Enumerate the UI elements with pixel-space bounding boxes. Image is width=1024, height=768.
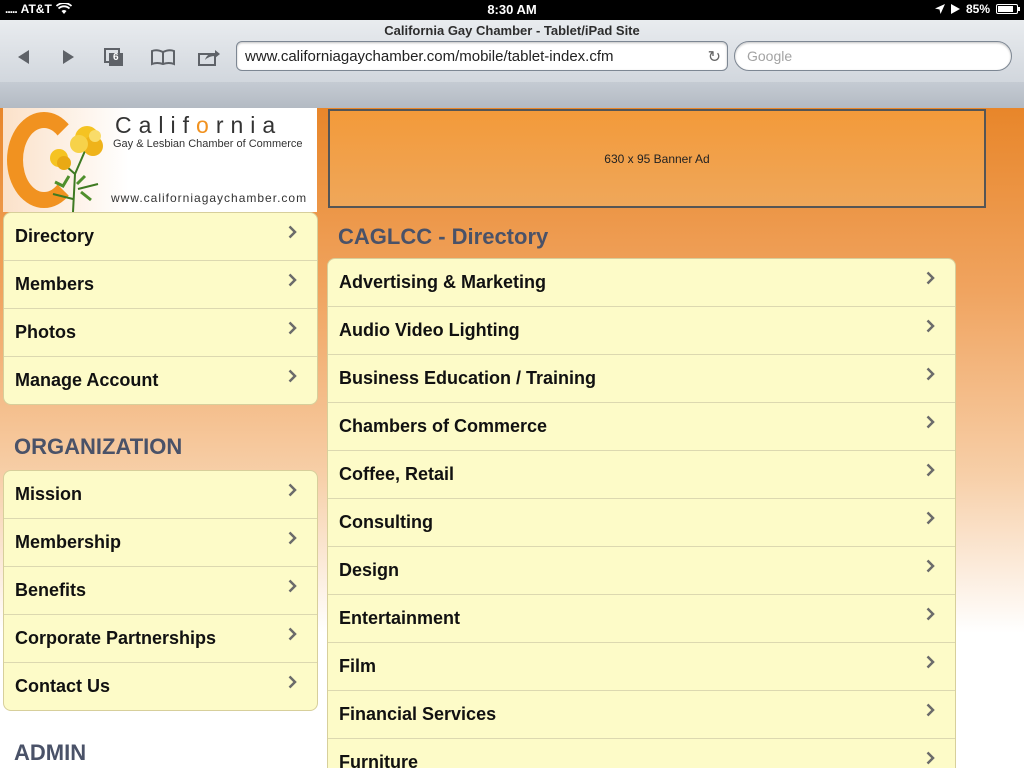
category-advertising-marketing[interactable]: Advertising & Marketing [328,259,955,307]
main-nav-menu: Directory Members Photos Manage Account [3,212,318,405]
chevron-right-icon [288,579,297,593]
battery-level [998,6,1014,12]
nav-item-label: Photos [15,322,76,342]
logo-tagline: Gay & Lesbian Chamber of Commerce [113,138,303,150]
org-item-label: Corporate Partnerships [15,628,217,648]
chevron-right-icon [288,273,297,287]
category-label: Coffee, Retail [339,464,455,484]
banner-ad[interactable]: 630 x 95 Banner Ad [328,109,986,208]
category-consulting[interactable]: Consulting [328,499,955,547]
directory-list: Advertising & Marketing Audio Video Ligh… [327,258,956,768]
chevron-right-icon [288,369,297,383]
back-button[interactable] [10,46,38,68]
category-label: Entertainment [339,608,461,628]
chevron-right-icon [926,703,935,717]
nav-item-label: Manage Account [15,370,159,390]
org-item-label: Contact Us [15,676,111,696]
category-coffee-retail[interactable]: Coffee, Retail [328,451,955,499]
org-item-mission[interactable]: Mission [4,471,317,519]
chevron-right-icon [288,675,297,689]
forward-arrow-icon [63,50,74,64]
chevron-right-icon [926,655,935,669]
clock: 8:30 AM [487,2,537,17]
nav-item-members[interactable]: Members [4,261,317,309]
category-label: Design [339,560,400,580]
share-icon [198,50,220,66]
category-label: Consulting [339,512,433,532]
chevron-right-icon [288,321,297,335]
chevron-right-icon [288,483,297,497]
forward-button[interactable] [54,46,82,68]
nav-item-label: Directory [15,226,95,246]
org-item-contact-us[interactable]: Contact Us [4,663,317,710]
organization-menu: Mission Membership Benefits Corporate Pa… [3,470,318,711]
org-item-label: Mission [15,484,83,504]
org-item-corporate-partnerships[interactable]: Corporate Partnerships [4,615,317,663]
chevron-right-icon [926,607,935,621]
share-button[interactable] [194,46,224,68]
web-page: California Gay & Lesbian Chamber of Comm… [0,108,1024,768]
chevron-right-icon [926,463,935,477]
status-bar: ..... AT&T 8:30 AM 85% [0,0,1024,20]
category-furniture[interactable]: Furniture [328,739,955,768]
chevron-right-icon [926,319,935,333]
banner-ad-label: 630 x 95 Banner Ad [604,151,710,166]
category-chambers-of-commerce[interactable]: Chambers of Commerce [328,403,955,451]
nav-item-manage-account[interactable]: Manage Account [4,357,317,404]
chevron-right-icon [926,751,935,765]
url-text: www.californiagaychamber.com/mobile/tabl… [245,48,614,65]
chevron-right-icon [926,271,935,285]
category-audio-video-lighting[interactable]: Audio Video Lighting [328,307,955,355]
org-item-membership[interactable]: Membership [4,519,317,567]
nav-item-directory[interactable]: Directory [4,213,317,261]
category-label: Advertising & Marketing [339,272,547,292]
logo-brand: California [115,112,283,138]
chevron-right-icon [926,415,935,429]
book-icon [151,49,175,66]
tabs-button[interactable]: 6 [100,46,128,68]
category-entertainment[interactable]: Entertainment [328,595,955,643]
org-item-label: Membership [15,532,122,552]
page-title: California Gay Chamber - Tablet/iPad Sit… [384,23,640,38]
organization-heading: ORGANIZATION [14,434,183,459]
directory-heading: CAGLCC - Directory [338,224,549,249]
org-item-benefits[interactable]: Benefits [4,567,317,615]
category-financial-services[interactable]: Financial Services [328,691,955,739]
category-label: Chambers of Commerce [339,416,548,436]
category-label: Business Education / Training [339,368,597,388]
category-design[interactable]: Design [328,547,955,595]
category-film[interactable]: Film [328,643,955,691]
category-label: Furniture [339,752,418,768]
poppy-flower-icon [50,126,103,212]
bookmarks-button[interactable] [147,46,179,68]
chevron-right-icon [926,367,935,381]
org-item-label: Benefits [15,580,87,600]
category-label: Film [339,656,377,676]
toolbar-strip [0,82,1024,108]
battery-percent: 85% [965,2,990,16]
chevron-right-icon [288,225,297,239]
category-label: Audio Video Lighting [339,320,520,340]
back-arrow-icon [18,50,29,64]
nav-item-label: Members [15,274,95,294]
battery-icon [996,4,1020,14]
logo-website: www.californiagaychamber.com [111,191,308,205]
category-label: Financial Services [339,704,497,724]
url-field[interactable]: www.californiagaychamber.com/mobile/tabl… [236,41,728,71]
tab-count: 6 [113,52,119,63]
chevron-right-icon [288,627,297,641]
category-business-education-training[interactable]: Business Education / Training [328,355,955,403]
reload-icon[interactable]: ↻ [708,47,721,67]
nav-item-photos[interactable]: Photos [4,309,317,357]
location-icon [934,4,945,14]
browser-toolbar: California Gay Chamber - Tablet/iPad Sit… [0,20,1024,108]
admin-heading: ADMIN [14,740,87,765]
search-field[interactable]: Google [734,41,1012,71]
chevron-right-icon [288,531,297,545]
chamber-logo[interactable]: California Gay & Lesbian Chamber of Comm… [3,108,317,212]
chevron-right-icon [926,511,935,525]
play-icon [950,4,960,14]
chevron-right-icon [926,559,935,573]
